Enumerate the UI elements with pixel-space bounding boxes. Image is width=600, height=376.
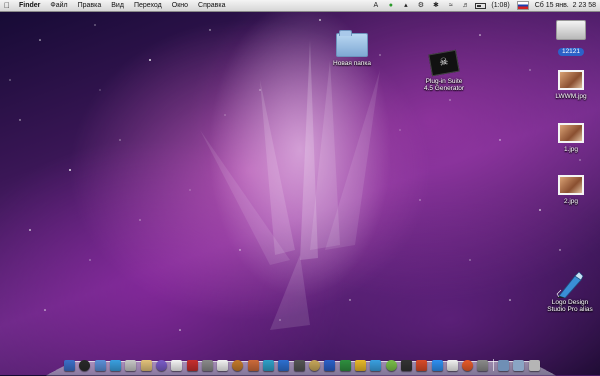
menu-help[interactable]: Справка [193, 0, 230, 11]
dock-app-icon[interactable] [293, 360, 305, 371]
dock-app-icon[interactable] [109, 360, 121, 371]
dock-stack-icon[interactable] [513, 360, 525, 371]
folder-icon [336, 30, 368, 57]
dock-app-icon[interactable] [354, 360, 366, 371]
desktop-icon-label: 12121 [557, 48, 585, 56]
dock-app-icon[interactable] [247, 360, 259, 371]
dock-app-icon[interactable] [263, 360, 275, 371]
input-source-flag-icon[interactable] [516, 1, 529, 10]
dock-app-icon[interactable] [94, 360, 106, 371]
dock-app-icon[interactable] [155, 360, 167, 371]
dock-separator [492, 359, 494, 371]
desktop-icon-label: Новая папка [333, 60, 371, 67]
dock-app-icon[interactable] [171, 360, 183, 371]
cat-icon[interactable]: ▴ [401, 2, 410, 10]
desktop-icon-1-jpg[interactable]: 1.jpg [550, 123, 592, 153]
menu-file[interactable]: Файл [45, 0, 72, 11]
dock-app-icon[interactable] [400, 360, 412, 371]
adobe-icon[interactable]: A [371, 2, 380, 10]
apple-icon[interactable]:  [0, 0, 14, 11]
dock-app-icon[interactable] [446, 360, 458, 371]
desktop-icon-new-folder[interactable]: Новая папка [330, 30, 374, 67]
image-thumbnail-icon [558, 123, 584, 143]
dock [64, 357, 540, 371]
image-thumbnail-icon [558, 70, 584, 90]
dock-app-icon[interactable] [278, 360, 290, 371]
menu-view[interactable]: Вид [106, 0, 129, 11]
dock-stack-icon[interactable] [528, 360, 540, 371]
image-thumbnail-icon [558, 175, 584, 195]
volume-icon[interactable]: ♬ [461, 2, 470, 10]
battery-time: (1:08) [491, 2, 510, 9]
green-circle-icon[interactable]: ● [386, 2, 395, 10]
drive-icon [556, 20, 586, 40]
aurora-rays [200, 40, 380, 330]
dock-app-icon[interactable] [385, 360, 397, 371]
pen-tool-icon [555, 270, 585, 299]
bluetooth-icon[interactable]: ✱ [431, 2, 440, 10]
desktop-icon-logo-design-alias[interactable]: Logo Design Studio Pro alias [540, 270, 600, 313]
desktop-icon-label: 1.jpg [563, 146, 579, 153]
desktop-icon-plugin-suite[interactable]: ☠ Plug-in Suite 4.5 Generator [418, 49, 470, 92]
dock-app-icon[interactable] [339, 360, 351, 371]
desktop-icon-label-line2: Studio Pro alias [547, 306, 593, 313]
menu-go[interactable]: Переход [129, 0, 167, 11]
desktop-icon-label-line2: 4.5 Generator [423, 85, 465, 92]
menu-window[interactable]: Окно [167, 0, 193, 11]
desktop-icon-lwwm-jpg[interactable]: LWWM.jpg [550, 70, 592, 100]
dock-app-icon[interactable] [431, 360, 443, 371]
dock-app-icon[interactable] [186, 360, 198, 371]
dock-stack-icon[interactable] [498, 360, 510, 371]
dock-app-icon[interactable] [201, 360, 213, 371]
desktop-icon-label: LWWM.jpg [555, 93, 587, 100]
dock-app-icon[interactable] [140, 360, 152, 371]
menu-finder[interactable]: Finder [14, 0, 45, 11]
desktop-icon-drive-12121[interactable]: 12121 [552, 20, 590, 58]
starfield [9, 19, 581, 331]
dock-app-icon[interactable] [416, 360, 428, 371]
dock-app-icon[interactable] [125, 360, 137, 371]
dock-app-icon[interactable] [217, 360, 229, 371]
desktop-icon-2-jpg[interactable]: 2.jpg [550, 175, 592, 205]
battery-icon[interactable] [475, 2, 487, 9]
dock-app-icon[interactable] [324, 360, 336, 371]
dock-app-icon[interactable] [232, 360, 244, 371]
desktop-icon-label-line1: Logo Design [551, 299, 589, 306]
dock-app-icon[interactable] [64, 360, 75, 371]
dock-app-icon[interactable] [462, 360, 474, 371]
cog-icon[interactable]: ⚙ [416, 2, 425, 10]
desktop-icon-label: 2.jpg [563, 198, 579, 205]
dock-app-icon[interactable] [79, 360, 91, 371]
wifi-icon[interactable]: ≈ [446, 2, 455, 10]
dock-app-icon[interactable] [309, 360, 320, 371]
menu-bar:  Finder Файл Правка Вид Переход Окно Сп… [0, 0, 600, 12]
dock-app-icon[interactable] [477, 360, 489, 371]
skull-icon: ☠ [428, 49, 460, 77]
menu-clock[interactable]: Сб 15 янв. 2 23 58 [535, 0, 596, 11]
status-menus: A ● ▴ ⚙ ✱ ≈ ♬ (1:08) Сб 15 янв. 2 23 58 [368, 0, 596, 11]
menu-edit[interactable]: Правка [73, 0, 107, 11]
dock-app-icon[interactable] [370, 360, 382, 371]
desktop-icon-label-line1: Plug-in Suite [425, 78, 463, 85]
